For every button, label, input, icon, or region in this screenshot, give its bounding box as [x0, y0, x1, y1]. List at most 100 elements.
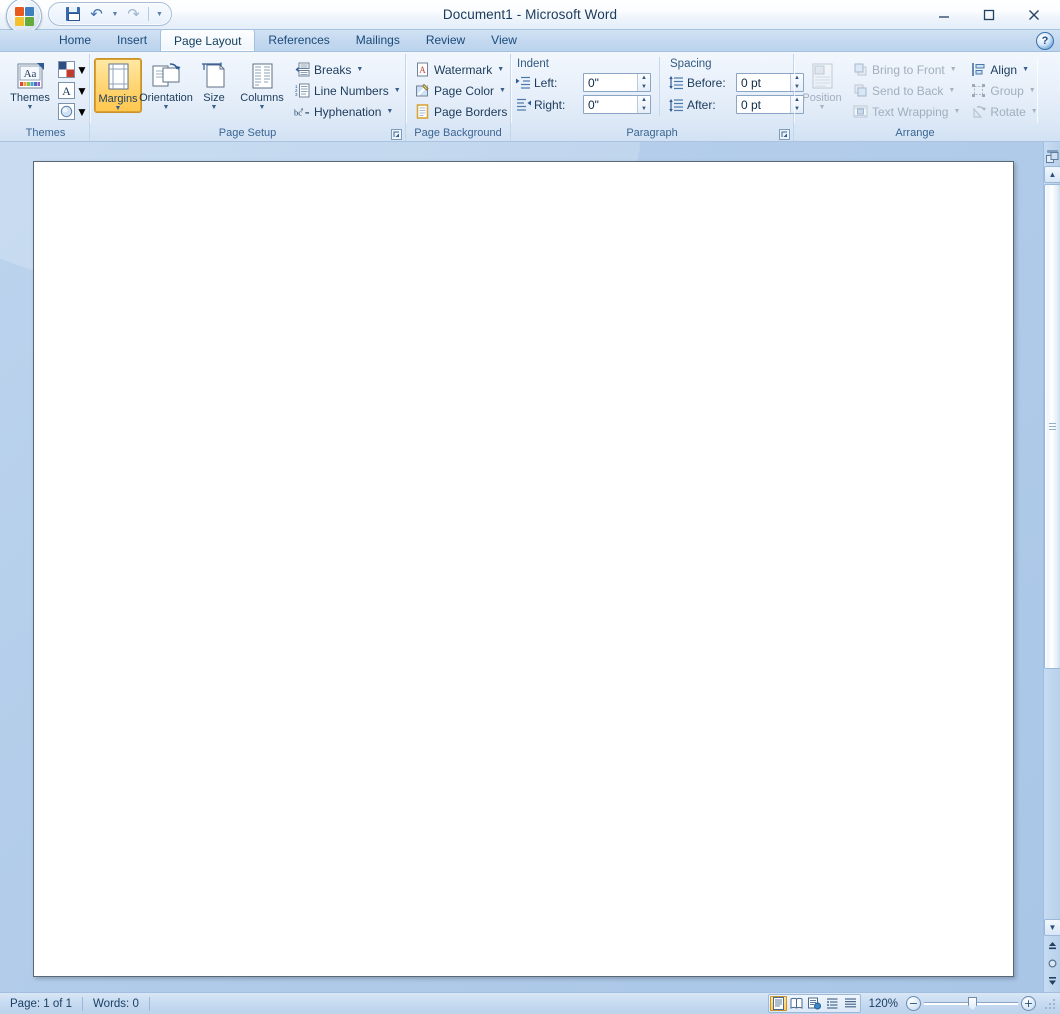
tab-insert[interactable]: Insert	[104, 29, 160, 51]
close-button[interactable]	[1011, 1, 1056, 29]
send-to-back-label: Send to Back	[872, 83, 944, 98]
watermark-icon: A	[414, 62, 430, 78]
spin-down-icon[interactable]: ▼	[638, 105, 650, 114]
indent-right-row: Right: ▲ ▼	[515, 94, 651, 115]
tab-mailings[interactable]: Mailings	[343, 29, 413, 51]
vertical-scrollbar[interactable]: ▲ ▼	[1043, 142, 1060, 992]
scroll-up-button[interactable]: ▲	[1044, 166, 1060, 183]
indent-right-spinner[interactable]: ▲ ▼	[583, 95, 651, 114]
line-numbers-button[interactable]: 1 2 3 Line Numbers ▼	[290, 80, 405, 101]
zoom-slider-thumb[interactable]	[968, 996, 977, 1011]
next-page-icon	[1049, 977, 1056, 985]
orientation-button[interactable]: Orientation ▼	[139, 58, 193, 111]
help-button[interactable]: ?	[1036, 32, 1054, 50]
draft-view-icon	[844, 998, 856, 1008]
maximize-button[interactable]	[966, 1, 1011, 29]
chevron-down-icon: ▼	[162, 104, 170, 111]
themes-button[interactable]: Aa Themes ▼	[6, 58, 54, 111]
chevron-down-icon: ▼	[114, 105, 122, 112]
columns-icon	[247, 60, 277, 92]
columns-button[interactable]: Columns ▼	[238, 58, 286, 111]
print-layout-view-button[interactable]	[769, 996, 787, 1011]
web-layout-view-button[interactable]	[806, 996, 823, 1011]
scroll-down-button[interactable]: ▼	[1044, 919, 1060, 936]
tab-references[interactable]: References	[255, 29, 342, 51]
size-button[interactable]: Size ▼	[190, 58, 238, 111]
spin-up-icon[interactable]: ▲	[638, 96, 650, 105]
paragraph-dialog-launcher[interactable]	[778, 128, 790, 140]
theme-effects-button[interactable]: ▼	[56, 101, 90, 122]
zoom-level-label[interactable]: 120%	[867, 998, 900, 1010]
status-page-indicator[interactable]: Page: 1 of 1	[0, 995, 82, 1013]
tab-page-layout[interactable]: Page Layout	[160, 29, 256, 51]
chevron-down-icon: ▼	[210, 104, 218, 111]
watermark-button[interactable]: A Watermark ▼	[410, 59, 511, 80]
tab-view[interactable]: View	[478, 29, 530, 51]
font-A-icon: A	[58, 82, 75, 99]
indent-left-row: Left: ▲ ▼	[515, 72, 651, 93]
bring-to-front-button[interactable]: Bring to Front ▼	[848, 59, 964, 80]
view-buttons	[767, 994, 861, 1013]
browse-object-top-button[interactable]	[1045, 151, 1060, 166]
title-bar: ↶ ▼ ↷ ▼ Document1 - Microsoft Word	[0, 0, 1060, 34]
ribbon-group-page-setup: Margins ▼ Orientation ▼ Size ▼ Columns ▼…	[90, 54, 407, 141]
minimize-button[interactable]	[921, 1, 966, 29]
breaks-button[interactable]: Breaks ▼	[290, 59, 405, 80]
indent-left-input[interactable]	[584, 74, 637, 91]
bring-to-front-label: Bring to Front	[872, 62, 945, 77]
rotate-button[interactable]: Rotate ▼	[966, 101, 1041, 122]
window-resize-grip[interactable]	[1044, 997, 1056, 1010]
align-button[interactable]: Align ▼	[966, 59, 1041, 80]
effects-circle-icon	[58, 103, 75, 120]
web-layout-icon	[807, 997, 821, 1010]
hyphenation-button[interactable]: bc a Hyphenation ▼	[290, 101, 405, 122]
spacing-after-label: After:	[687, 97, 716, 112]
spacing-before-input[interactable]	[737, 74, 790, 91]
chevron-down-icon: ▼	[26, 104, 34, 111]
send-to-back-button[interactable]: Send to Back ▼	[848, 80, 964, 101]
draft-view-button[interactable]	[842, 996, 859, 1011]
indent-left-spinner[interactable]: ▲ ▼	[583, 73, 651, 92]
chevron-down-icon: ▼	[258, 104, 266, 111]
status-word-count[interactable]: Words: 0	[83, 995, 149, 1013]
page-setup-dialog-launcher[interactable]	[390, 128, 402, 140]
svg-text:Aa: Aa	[24, 68, 37, 80]
next-page-button[interactable]	[1045, 973, 1060, 988]
group-title-page-background: Page Background	[414, 127, 502, 139]
spacing-after-input[interactable]	[737, 96, 790, 113]
group-button[interactable]: Group ▼	[966, 80, 1041, 101]
indent-right-icon	[515, 97, 531, 113]
dialog-launcher-icon	[390, 128, 402, 140]
theme-colors-button[interactable]: ▼	[56, 59, 90, 80]
breaks-icon	[294, 62, 310, 78]
position-button[interactable]: Position ▼	[798, 58, 846, 111]
document-page[interactable]	[33, 161, 1014, 977]
spin-down-icon[interactable]: ▼	[638, 83, 650, 92]
page-size-icon	[199, 60, 229, 92]
full-screen-reading-view-button[interactable]	[788, 996, 805, 1011]
outline-view-button[interactable]	[824, 996, 841, 1011]
margins-button[interactable]: Margins ▼	[94, 58, 142, 113]
zoom-slider-track[interactable]	[921, 996, 1021, 1011]
svg-text:A: A	[419, 65, 426, 75]
triangle-up-icon: ▲	[1048, 170, 1057, 179]
zoom-out-button[interactable]: −	[906, 996, 921, 1011]
spin-up-icon[interactable]: ▲	[638, 74, 650, 83]
tab-review[interactable]: Review	[413, 29, 478, 51]
page-color-button[interactable]: Page Color ▼	[410, 80, 511, 101]
breaks-label: Breaks	[314, 62, 352, 77]
rotate-label: Rotate	[990, 104, 1026, 119]
ribbon: Aa Themes ▼ ▼ A ▼ ▼ Themes Margins ▼ Ori…	[0, 52, 1060, 142]
tab-home[interactable]: Home	[46, 29, 104, 51]
group-icon	[970, 83, 986, 99]
previous-page-button[interactable]	[1045, 939, 1060, 954]
zoom-in-button[interactable]: +	[1021, 996, 1036, 1011]
indent-right-input[interactable]	[584, 96, 637, 113]
zoom-slider-control: − +	[906, 996, 1036, 1011]
text-wrapping-button[interactable]: Text Wrapping ▼	[848, 101, 964, 122]
theme-fonts-button[interactable]: A ▼	[56, 80, 90, 101]
scrollbar-thumb[interactable]	[1044, 184, 1060, 669]
select-browse-object-button[interactable]	[1045, 956, 1060, 971]
hyphenation-label: Hyphenation	[314, 104, 382, 119]
page-borders-button[interactable]: Page Borders	[410, 101, 511, 122]
